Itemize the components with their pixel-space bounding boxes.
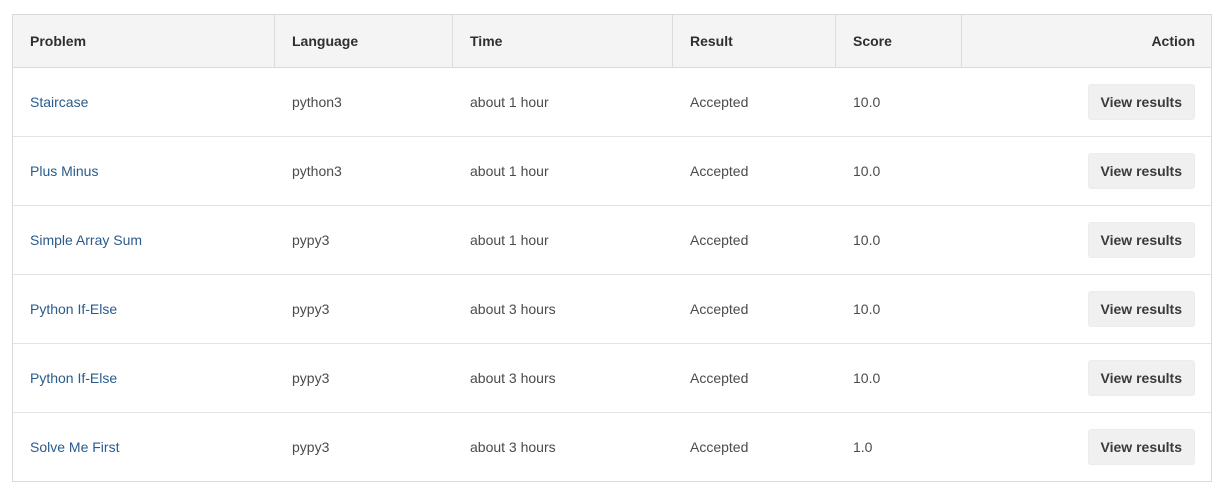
language-cell: pypy3 (292, 301, 330, 317)
problem-cell: Staircase (13, 68, 275, 136)
language-cell: pypy3 (292, 232, 330, 248)
action-cell: View results (962, 413, 1211, 481)
time-cell: about 3 hours (470, 370, 556, 386)
score-cell: 10.0 (853, 301, 881, 317)
submissions-table: Problem Language Time Result Score Actio… (12, 14, 1212, 482)
view-results-button[interactable]: View results (1087, 153, 1195, 189)
column-header-action: Action (1151, 33, 1195, 49)
view-results-button[interactable]: View results (1087, 222, 1195, 258)
problem-cell: Python If-Else (13, 275, 275, 343)
problem-link[interactable]: Simple Array Sum (30, 232, 142, 248)
language-cell: pypy3 (292, 370, 330, 386)
score-cell: 10.0 (853, 163, 881, 179)
action-cell: View results (962, 344, 1211, 412)
result-cell: Accepted (690, 370, 749, 386)
problem-link[interactable]: Plus Minus (30, 163, 98, 179)
view-results-button[interactable]: View results (1087, 291, 1195, 327)
score-cell: 10.0 (853, 370, 881, 386)
result-cell: Accepted (690, 163, 749, 179)
action-cell: View results (962, 68, 1211, 136)
table-row: Python If-Else pypy3 about 3 hours Accep… (13, 275, 1211, 344)
table-header: Problem Language Time Result Score Actio… (13, 15, 1211, 68)
table-row: Python If-Else pypy3 about 3 hours Accep… (13, 344, 1211, 413)
table-row: Solve Me First pypy3 about 3 hours Accep… (13, 413, 1211, 481)
result-cell: Accepted (690, 232, 749, 248)
language-cell: pypy3 (292, 439, 330, 455)
action-cell: View results (962, 275, 1211, 343)
problem-cell: Python If-Else (13, 344, 275, 412)
score-cell: 1.0 (853, 439, 873, 455)
column-header-time: Time (453, 15, 673, 67)
action-cell: View results (962, 137, 1211, 205)
result-cell: Accepted (690, 94, 749, 110)
problem-cell: Simple Array Sum (13, 206, 275, 274)
column-header-language: Language (275, 15, 453, 67)
column-header-score: Score (836, 15, 962, 67)
view-results-button[interactable]: View results (1087, 84, 1195, 120)
score-cell: 10.0 (853, 232, 881, 248)
problem-link[interactable]: Python If-Else (30, 301, 117, 317)
score-cell: 10.0 (853, 94, 881, 110)
language-cell: python3 (292, 94, 342, 110)
language-cell: python3 (292, 163, 342, 179)
problem-link[interactable]: Solve Me First (30, 439, 119, 455)
result-cell: Accepted (690, 439, 749, 455)
problem-cell: Plus Minus (13, 137, 275, 205)
problem-link[interactable]: Staircase (30, 94, 88, 110)
table-row: Simple Array Sum pypy3 about 1 hour Acce… (13, 206, 1211, 275)
time-cell: about 3 hours (470, 301, 556, 317)
column-header-problem: Problem (13, 15, 275, 67)
time-cell: about 1 hour (470, 232, 549, 248)
table-row: Plus Minus python3 about 1 hour Accepted… (13, 137, 1211, 206)
view-results-button[interactable]: View results (1087, 360, 1195, 396)
problem-link[interactable]: Python If-Else (30, 370, 117, 386)
time-cell: about 3 hours (470, 439, 556, 455)
action-cell: View results (962, 206, 1211, 274)
time-cell: about 1 hour (470, 163, 549, 179)
column-header-result: Result (673, 15, 836, 67)
result-cell: Accepted (690, 301, 749, 317)
table-row: Staircase python3 about 1 hour Accepted … (13, 68, 1211, 137)
view-results-button[interactable]: View results (1087, 429, 1195, 465)
problem-cell: Solve Me First (13, 413, 275, 481)
time-cell: about 1 hour (470, 94, 549, 110)
